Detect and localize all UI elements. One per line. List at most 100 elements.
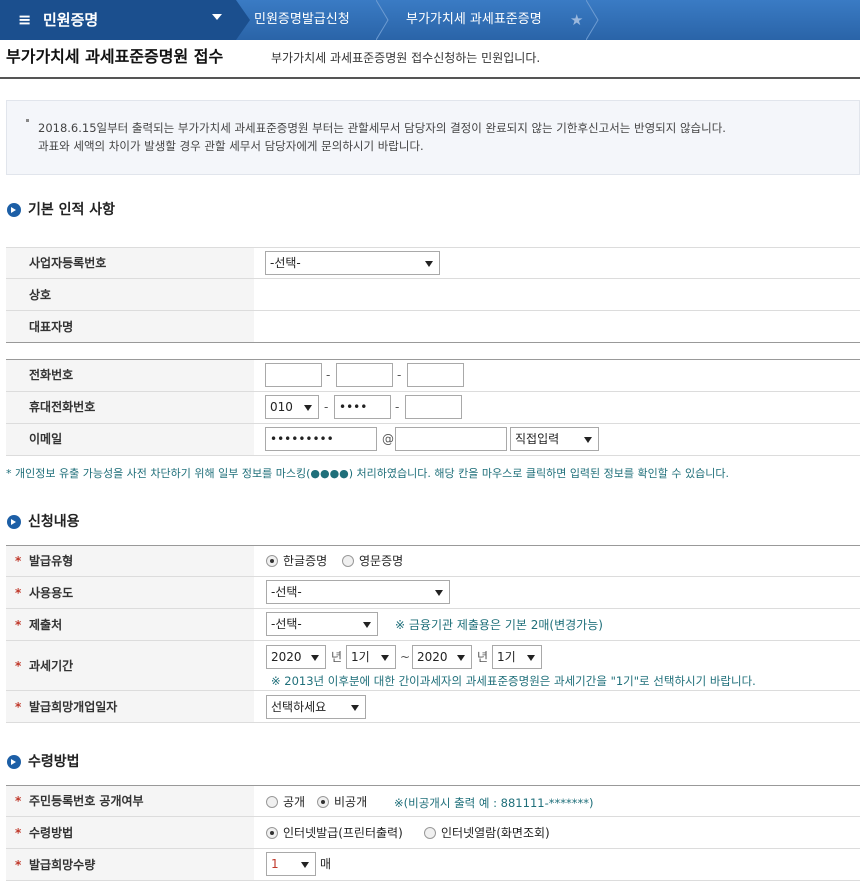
open-date-select[interactable]: 선택하세요: [266, 695, 366, 719]
section-title-receive-method: 수령방법: [28, 754, 80, 770]
select-arrow-icon: [527, 655, 535, 661]
usage-label: 사용용도: [29, 586, 74, 600]
star-icon[interactable]: ★: [570, 10, 583, 30]
mobile-prefix-select[interactable]: 010: [265, 395, 319, 419]
radio-english-label[interactable]: 영문증명: [359, 553, 403, 569]
to-term-select[interactable]: 1기: [492, 645, 542, 669]
table-top-border: [6, 545, 860, 546]
radio-internet-view[interactable]: [424, 827, 436, 839]
radio-korean[interactable]: [266, 555, 278, 567]
radio-rrn-private-label[interactable]: 비공개: [334, 794, 367, 810]
mobile-prefix-value: 010: [270, 400, 293, 414]
select-arrow-icon: [435, 590, 443, 596]
page-description: 부가가치세 과세표준증명원 접수신청하는 민원입니다.: [271, 51, 541, 65]
submit-to-select-value: -선택-: [271, 617, 302, 631]
to-year-value: 2020: [417, 650, 448, 664]
required-mark: *: [15, 794, 22, 808]
row-divider: [6, 608, 860, 609]
notice-line-2: 과표와 세액의 차이가 발생할 경우 관할 세무서 담당자에게 문의하시기 바랍…: [38, 139, 424, 153]
radio-rrn-private[interactable]: [317, 796, 329, 808]
table-bottom-border: [6, 342, 860, 343]
chevron-down-icon: [212, 14, 222, 20]
select-arrow-icon: [351, 705, 359, 711]
select-arrow-icon: [457, 655, 465, 661]
select-arrow-icon: [381, 655, 389, 661]
breadcrumb-separator-icon: [236, 0, 250, 40]
phone-dash: -: [326, 368, 331, 382]
select-arrow-icon: [301, 862, 309, 868]
row-divider: [6, 576, 860, 577]
phone-middle-input[interactable]: [336, 363, 393, 387]
phone-last-input[interactable]: [407, 363, 464, 387]
to-term-value: 1기: [497, 650, 516, 664]
tax-period-label: 과세기간: [29, 659, 74, 673]
phone-label: 전화번호: [29, 368, 74, 382]
section-title-basic-info: 기본 인적 사항: [28, 202, 116, 218]
email-domain-input[interactable]: [395, 427, 507, 451]
radio-rrn-public-label[interactable]: 공개: [283, 794, 305, 810]
application-header-column: [6, 545, 254, 722]
radio-korean-label[interactable]: 한글증명: [283, 553, 327, 569]
table-bottom-border: [6, 880, 860, 881]
table-top-border: [6, 785, 860, 786]
from-year-select[interactable]: 2020: [266, 645, 326, 669]
header-divider: [0, 77, 860, 79]
tax-period-hint: ※ 2013년 이후분에 대한 간이과세자의 과세표준증명원은 과세기간을 "1…: [271, 674, 756, 688]
phone-area-input[interactable]: [265, 363, 322, 387]
required-mark: *: [15, 618, 22, 632]
section-arrow-icon: [7, 515, 21, 529]
breadcrumb-vat-certificate[interactable]: 부가가치세 과세표준증명: [406, 0, 542, 40]
row-divider: [6, 391, 860, 392]
email-local-input[interactable]: •••••••••: [265, 427, 377, 451]
required-mark: *: [15, 858, 22, 872]
quantity-select-value: 1: [271, 857, 279, 871]
main-menu-title: 민원증명: [43, 11, 99, 29]
select-arrow-icon: [304, 405, 312, 411]
biz-no-select[interactable]: -선택-: [265, 251, 440, 275]
select-arrow-icon: [584, 437, 592, 443]
radio-internet-issue[interactable]: [266, 827, 278, 839]
from-term-select[interactable]: 1기: [346, 645, 396, 669]
submit-to-label: 제출처: [29, 618, 63, 632]
email-at-sign: @: [382, 432, 394, 446]
select-arrow-icon: [363, 622, 371, 628]
open-date-select-value: 선택하세요: [271, 700, 327, 714]
from-term-value: 1기: [351, 650, 370, 664]
breadcrumb-civil-certificate[interactable]: 민원증명발급신청: [254, 0, 350, 40]
section-title-application: 신청내용: [28, 514, 80, 530]
quantity-unit: 매: [320, 857, 332, 871]
to-year-select[interactable]: 2020: [412, 645, 472, 669]
receive-method-label: 수령방법: [29, 826, 74, 840]
mobile-middle-value: ••••: [339, 400, 368, 414]
privacy-masking-note: * 개인정보 유출 가능성을 사전 차단하기 위해 일부 정보를 마스킹(●●●…: [6, 467, 729, 480]
email-domain-select[interactable]: 직접입력: [510, 427, 599, 451]
section-arrow-icon: [7, 203, 21, 217]
required-mark: *: [15, 700, 22, 714]
mobile-middle-input[interactable]: ••••: [334, 395, 391, 419]
table-top-border: [6, 359, 860, 360]
quantity-label: 발급희망수량: [29, 858, 96, 872]
year-unit: 년: [477, 650, 489, 664]
usage-select[interactable]: -선택-: [266, 580, 450, 604]
main-menu-button[interactable]: ≡ 민원증명: [0, 0, 236, 40]
notice-line-1: 2018.6.15일부터 출력되는 부가가치세 과세표준증명원 부터는 관할세무…: [38, 121, 726, 135]
usage-select-value: -선택-: [271, 585, 302, 599]
quantity-select[interactable]: 1: [266, 852, 316, 876]
table-bottom-border: [6, 722, 860, 723]
radio-english[interactable]: [342, 555, 354, 567]
radio-internet-issue-label[interactable]: 인터넷발급(프린터출력): [283, 825, 403, 841]
select-arrow-icon: [311, 655, 319, 661]
biz-no-label: 사업자등록번호: [29, 256, 107, 270]
radio-rrn-public[interactable]: [266, 796, 278, 808]
phone-dash: -: [397, 368, 402, 382]
radio-internet-view-label[interactable]: 인터넷열람(화면조회): [441, 825, 550, 841]
company-name-label: 상호: [29, 288, 52, 302]
section-arrow-icon: [7, 755, 21, 769]
email-label: 이메일: [29, 432, 63, 446]
open-date-label: 발급희망개업일자: [29, 700, 118, 714]
table-top-border: [6, 247, 860, 248]
submit-to-select[interactable]: -선택-: [266, 612, 378, 636]
mobile-dash: -: [324, 400, 329, 414]
mobile-last-input[interactable]: [405, 395, 462, 419]
breadcrumb-separator-icon: [376, 0, 389, 40]
